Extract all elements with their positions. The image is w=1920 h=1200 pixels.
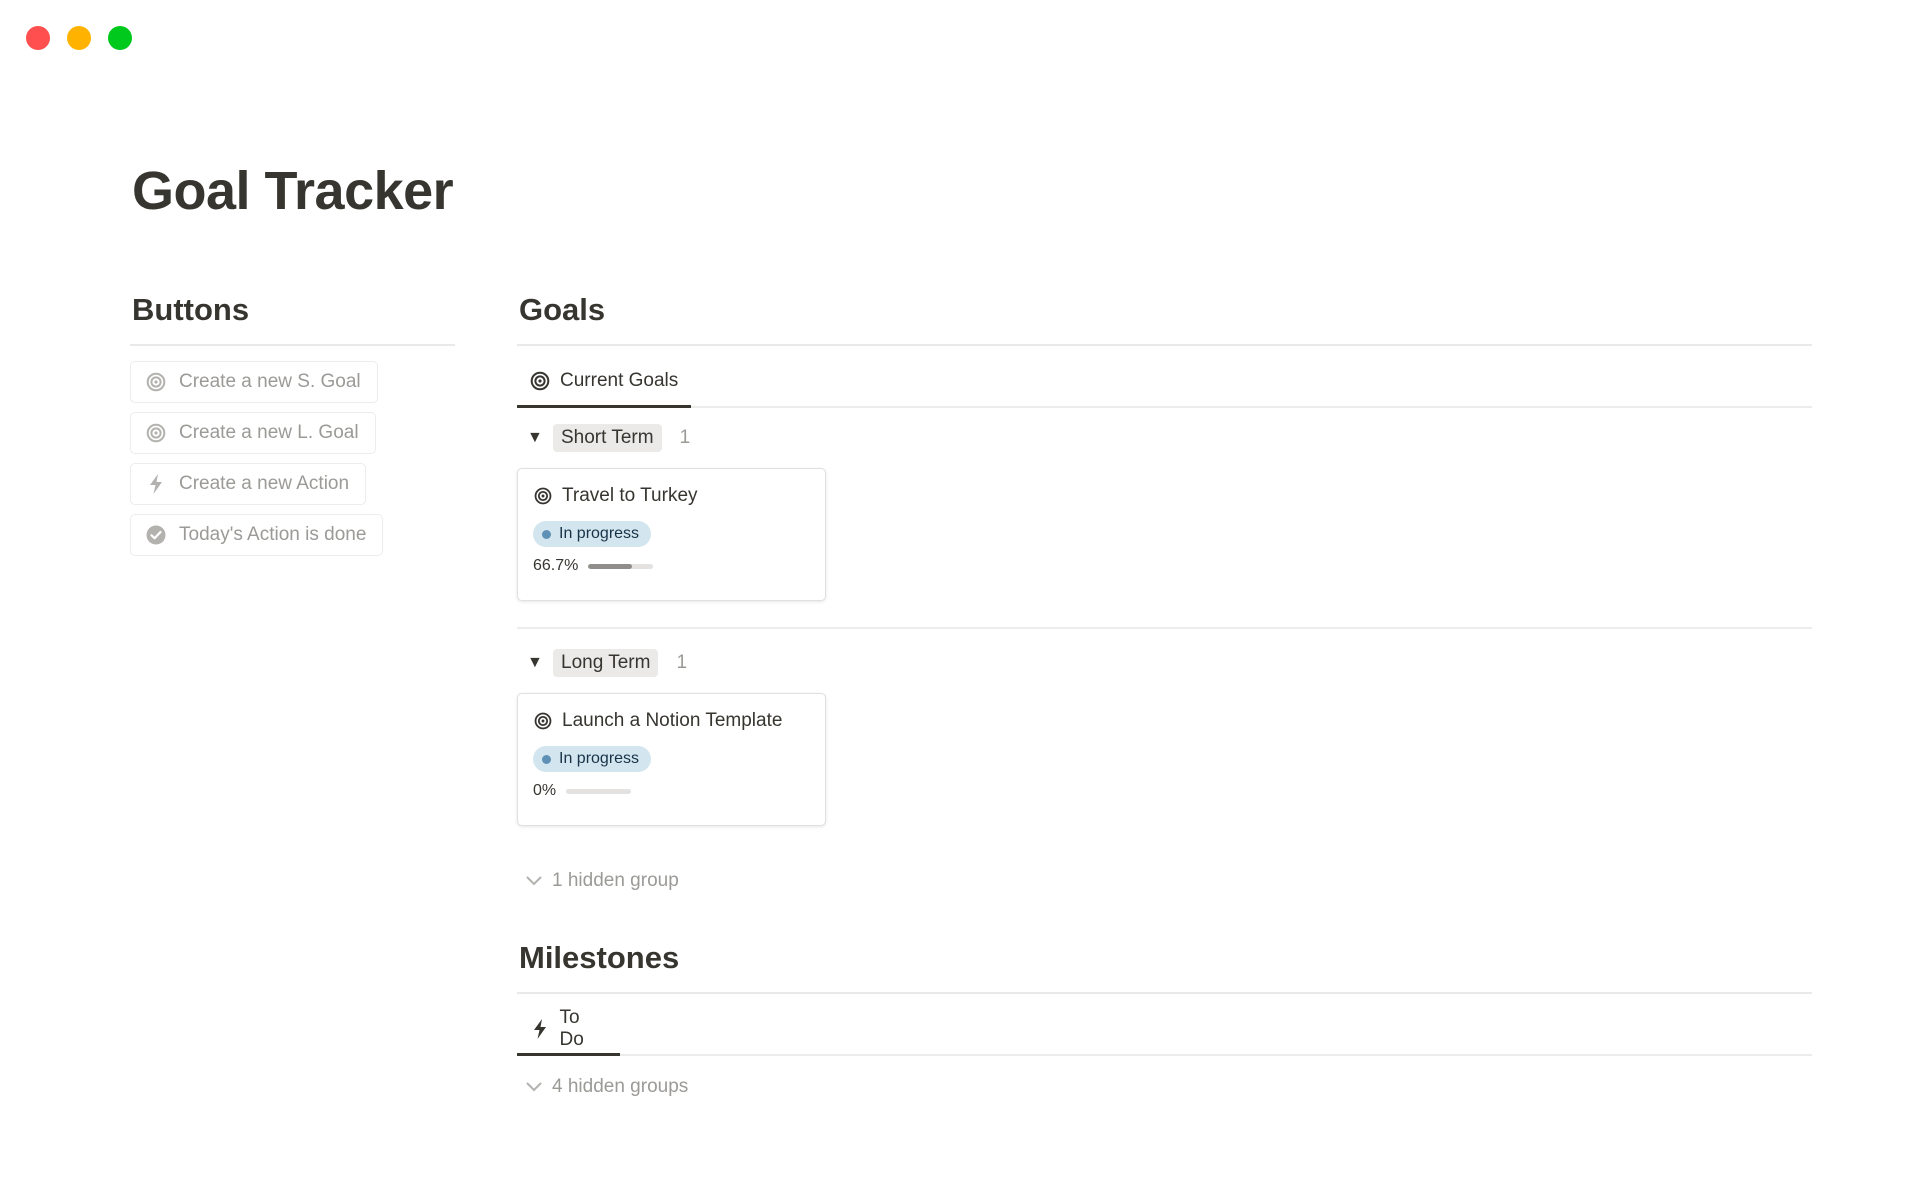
buttons-list: Create a new S. Goal Create a new L. Goa… (130, 361, 455, 556)
chevron-down-icon (526, 1082, 546, 1092)
status-text: In progress (559, 750, 640, 767)
goals-heading: Goals (519, 292, 606, 327)
close-window-button[interactable] (26, 26, 50, 50)
buttons-divider (130, 344, 455, 346)
button-label: Create a new L. Goal (179, 422, 359, 443)
create-long-goal-button[interactable]: Create a new L. Goal (130, 412, 376, 454)
target-icon (145, 371, 167, 393)
group-count: 1 (676, 652, 688, 673)
goal-card[interactable]: Travel to Turkey In progress 66.7% (517, 468, 826, 601)
tab-current-goals[interactable]: Current Goals (517, 356, 691, 408)
status-dot (542, 754, 551, 764)
button-label: Create a new Action (179, 473, 350, 494)
target-icon (529, 370, 551, 392)
hidden-groups-label: 4 hidden groups (552, 1076, 689, 1097)
tab-label: To Do (559, 1006, 584, 1050)
button-label: Create a new S. Goal (179, 371, 361, 392)
goals-column: Goals Current Goals ▼ Short Term 1 Trave… (517, 290, 1812, 1098)
progress-row: 66.7% (533, 557, 810, 575)
goal-card[interactable]: Launch a Notion Template In progress 0% (517, 693, 826, 826)
progress-label: 66.7% (533, 557, 579, 574)
goals-divider (517, 344, 1812, 346)
group-divider (517, 627, 1812, 629)
collapse-caret-icon[interactable]: ▼ (517, 429, 543, 447)
status-badge: In progress (533, 521, 652, 547)
goals-view-tabs: Current Goals (517, 354, 1812, 408)
milestones-divider (517, 992, 1812, 994)
card-title: Travel to Turkey (533, 483, 810, 509)
window-controls (26, 26, 132, 50)
create-short-goal-button[interactable]: Create a new S. Goal (130, 361, 378, 403)
group-label: Long Term (553, 649, 659, 677)
hidden-groups-toggle[interactable]: 1 hidden group (517, 870, 1812, 892)
tab-label: Current Goals (560, 369, 679, 391)
status-text: In progress (559, 525, 640, 542)
group-long-term: ▼ Long Term 1 Launch a Notion Template I… (517, 643, 1812, 826)
action-done-button[interactable]: Today's Action is done (130, 514, 384, 556)
hidden-groups-label: 1 hidden group (552, 870, 679, 891)
button-label: Today's Action is done (179, 524, 367, 545)
tab-to-do[interactable]: To Do (517, 1004, 620, 1056)
group-short-term: ▼ Short Term 1 Travel to Turkey In progr… (517, 418, 1812, 601)
status-badge: In progress (533, 746, 652, 772)
buttons-heading: Buttons (132, 292, 250, 327)
maximize-window-button[interactable] (108, 26, 132, 50)
card-title-text: Travel to Turkey (562, 485, 698, 506)
progress-bar (588, 563, 654, 569)
milestones-heading: Milestones (519, 940, 680, 975)
check-circle-icon (145, 524, 167, 546)
card-title-text: Launch a Notion Template (562, 710, 783, 731)
page-title: Goal Tracker (132, 161, 454, 221)
lightning-icon (145, 473, 167, 495)
create-action-button[interactable]: Create a new Action (130, 463, 367, 505)
progress-label: 0% (533, 782, 557, 799)
status-dot (542, 529, 551, 539)
progress-bar (566, 788, 632, 794)
collapse-caret-icon[interactable]: ▼ (517, 654, 543, 672)
target-icon (145, 422, 167, 444)
group-count: 1 (679, 427, 691, 448)
progress-row: 0% (533, 782, 810, 800)
milestones-view-tabs: To Do (517, 1002, 1812, 1056)
target-icon (533, 486, 553, 506)
chevron-down-icon (526, 876, 546, 886)
target-icon (533, 711, 553, 731)
group-header: ▼ Short Term 1 (517, 418, 1812, 458)
minimize-window-button[interactable] (67, 26, 91, 50)
hidden-groups-toggle[interactable]: 4 hidden groups (517, 1076, 1812, 1098)
group-header: ▼ Long Term 1 (517, 643, 1812, 683)
lightning-icon (529, 1018, 551, 1040)
buttons-section: Buttons Create a new S. Goal Create a ne… (130, 290, 455, 556)
card-title: Launch a Notion Template (533, 708, 810, 734)
progress-fill (588, 563, 632, 569)
group-label: Short Term (553, 424, 662, 452)
